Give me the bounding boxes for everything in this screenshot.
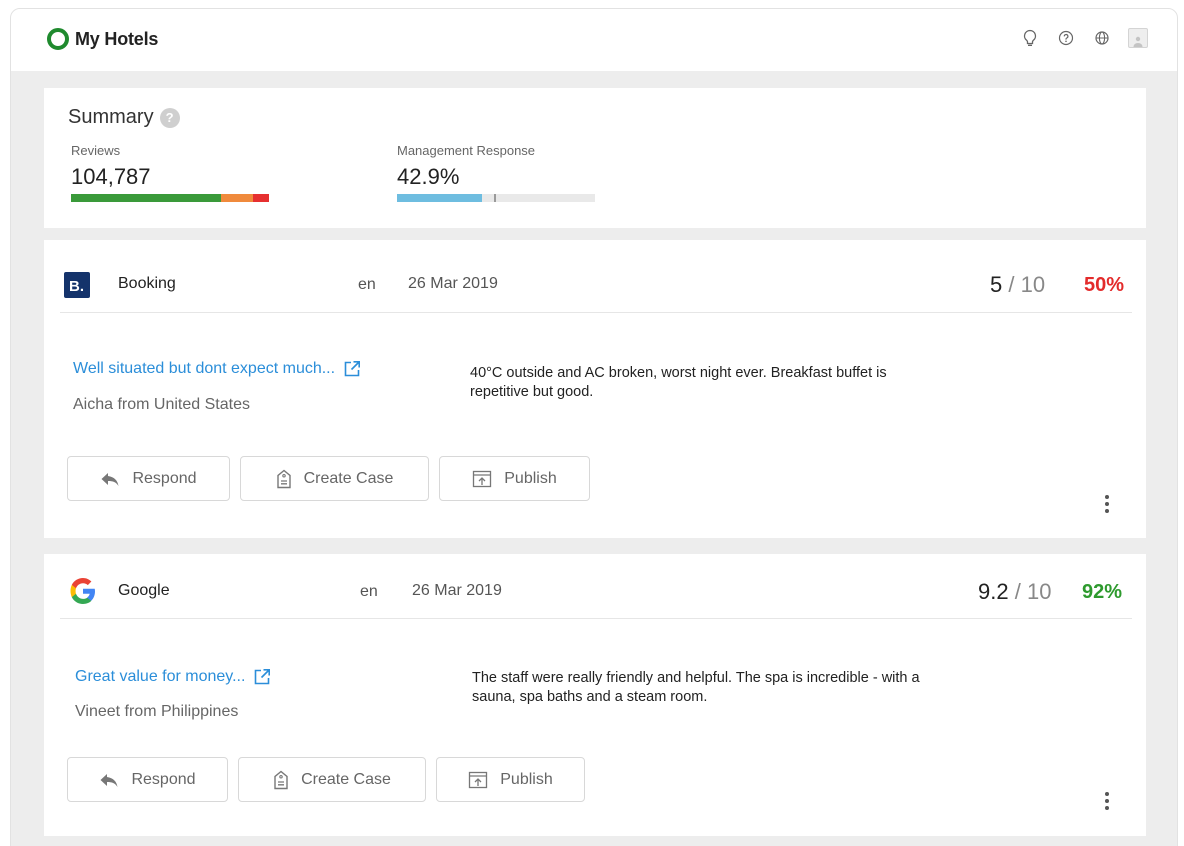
brand-logo-icon: [47, 28, 69, 50]
respond-button[interactable]: Respond: [67, 456, 230, 501]
respond-button[interactable]: Respond: [67, 757, 228, 802]
app-window: My Hotels Summary ? Reviews 104,787 Mana…: [10, 8, 1178, 846]
review-card-google: Google en 26 Mar 2019 9.2 / 10 92% Great…: [44, 554, 1146, 836]
review-text: The staff were really friendly and helpf…: [472, 670, 920, 705]
management-response-fill: [397, 194, 482, 202]
globe-icon[interactable]: [1091, 27, 1113, 49]
publish-icon: [472, 470, 492, 488]
summary-help-icon[interactable]: ?: [159, 107, 180, 128]
review-language: en: [358, 276, 376, 293]
app-title: My Hotels: [75, 28, 159, 49]
review-title: Great value for money...: [75, 668, 246, 685]
review-score: 5 / 10: [990, 272, 1045, 298]
review-source: Google: [118, 582, 170, 599]
publish-label: Publish: [500, 770, 553, 788]
more-options-icon[interactable]: [1104, 790, 1110, 811]
create-case-label: Create Case: [301, 770, 391, 788]
review-score-separator: /: [1014, 579, 1021, 604]
review-score-separator: /: [1008, 272, 1015, 297]
review-actions: Respond Create Case Publish: [67, 757, 595, 802]
summary-title: Summary: [68, 106, 154, 128]
case-tag-icon: [273, 770, 289, 790]
external-link-icon[interactable]: [253, 668, 271, 686]
management-response-marker: [494, 194, 496, 202]
distribution-segment-2: [253, 194, 269, 202]
review-score-max: 10: [1026, 579, 1052, 604]
review-text: 40°C outside and AC broken, worst night …: [470, 365, 887, 400]
review-date: 26 Mar 2019: [408, 275, 498, 292]
more-options-icon[interactable]: [1104, 493, 1110, 514]
respond-label: Respond: [131, 770, 196, 788]
review-title-link[interactable]: Great value for money...: [75, 668, 271, 686]
review-title: Well situated but dont expect much...: [73, 360, 336, 377]
review-divider: [60, 618, 1132, 619]
avatar: [1128, 28, 1148, 48]
create-case-button[interactable]: Create Case: [240, 456, 429, 501]
review-score-max: 10: [1020, 272, 1046, 297]
distribution-segment-0: [71, 194, 222, 202]
review-language: en: [360, 583, 378, 600]
google-logo-icon: [68, 576, 98, 611]
booking-logo-text: B.: [69, 278, 84, 295]
reviews-metric: Reviews 104,787: [71, 143, 269, 202]
management-response-label: Management Response: [397, 143, 536, 158]
review-author: Aicha from United States: [73, 396, 250, 413]
publish-button[interactable]: Publish: [439, 456, 590, 501]
review-divider: [60, 312, 1132, 313]
lightbulb-icon[interactable]: [1019, 27, 1041, 49]
summary-card: Summary ? Reviews 104,787 Management Res…: [44, 88, 1146, 228]
top-icons: [1005, 27, 1149, 49]
summary-heading: Summary ?: [68, 106, 180, 129]
review-card-booking: B. Booking en 26 Mar 2019 5 / 10 50% Wel…: [44, 240, 1146, 538]
brand[interactable]: My Hotels: [47, 28, 158, 50]
review-date: 26 Mar 2019: [412, 582, 502, 599]
create-case-label: Create Case: [303, 469, 394, 487]
booking-logo-icon: B.: [64, 272, 90, 303]
review-percent: 92%: [1082, 581, 1123, 603]
management-response-value: 42.9%: [397, 164, 460, 189]
review-actions: Respond Create Case Publish: [67, 456, 600, 501]
review-source: Booking: [118, 275, 176, 292]
publish-label: Publish: [504, 469, 557, 487]
review-author: Vineet from Philippines: [75, 703, 239, 720]
reply-arrow-icon: [100, 471, 120, 487]
review-percent: 50%: [1084, 274, 1125, 296]
respond-label: Respond: [132, 469, 197, 487]
case-tag-icon: [276, 469, 292, 489]
external-link-icon[interactable]: [343, 360, 361, 378]
reply-arrow-icon: [99, 772, 119, 788]
review-score-value: 5: [990, 272, 1003, 297]
help-icon[interactable]: [1055, 27, 1077, 49]
distribution-segment-1: [221, 194, 254, 202]
reviews-distribution-bar: [71, 194, 269, 202]
review-score: 9.2 / 10: [978, 579, 1051, 605]
review-title-link[interactable]: Well situated but dont expect much...: [73, 360, 361, 378]
review-score-value: 9.2: [978, 579, 1009, 604]
management-response-metric: Management Response 42.9%: [397, 143, 595, 202]
reviews-count: 104,787: [71, 164, 151, 189]
reviews-label: Reviews: [71, 143, 121, 158]
top-bar: My Hotels: [11, 9, 1177, 71]
publish-button[interactable]: Publish: [436, 757, 585, 802]
user-avatar-icon[interactable]: [1127, 27, 1149, 49]
publish-icon: [468, 771, 488, 789]
management-response-bar: [397, 194, 595, 202]
create-case-button[interactable]: Create Case: [238, 757, 426, 802]
